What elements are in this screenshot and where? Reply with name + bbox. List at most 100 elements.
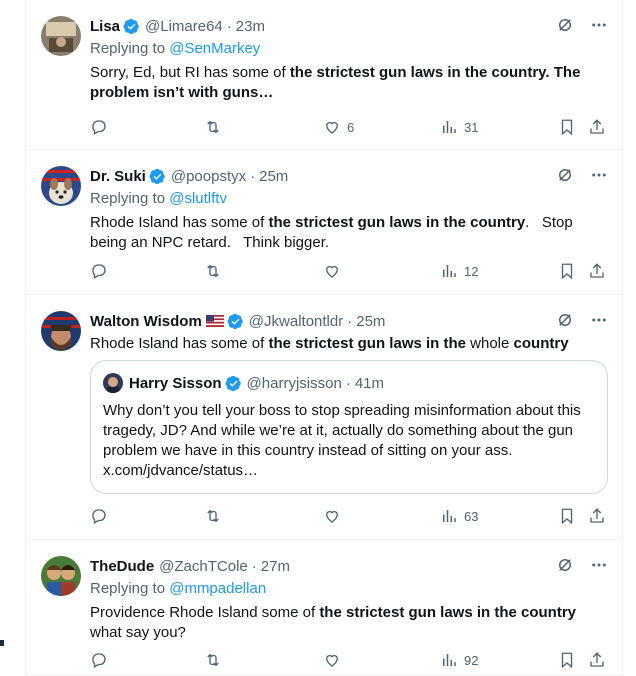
- quote-avatar: [103, 373, 123, 393]
- like-button[interactable]: [323, 507, 347, 525]
- reply-button[interactable]: [90, 507, 108, 525]
- tweet-dr-suki[interactable]: Dr. Suki @poopstyx · 25m Replying to @sl…: [26, 150, 624, 295]
- tweet-thedude[interactable]: TheDude @ZachTCole · 27m Replying to @mm…: [26, 540, 624, 676]
- like-button[interactable]: [323, 262, 347, 280]
- action-bar: 12: [90, 262, 610, 282]
- like-button[interactable]: 6: [323, 118, 354, 136]
- mention-link[interactable]: @slutlftv: [169, 190, 227, 207]
- replying-prefix: Replying to: [90, 580, 170, 597]
- view-count: 63: [464, 508, 479, 524]
- reply-icon: [92, 120, 106, 135]
- reply-feed: Lisa @Limare64 · 23m Replying to @SenMar…: [25, 0, 624, 676]
- user-handle[interactable]: @Limare64: [145, 18, 223, 35]
- more-icon[interactable]: [590, 311, 608, 329]
- retweet-icon: [207, 653, 219, 667]
- text-bold-segment: the strictest gun laws in the: [268, 335, 466, 352]
- timestamp[interactable]: 27m: [261, 558, 290, 575]
- views-icon: [443, 510, 456, 522]
- retweet-icon: [207, 120, 219, 134]
- reply-button[interactable]: [90, 651, 108, 669]
- user-handle[interactable]: @Jkwaltontldr: [249, 313, 343, 330]
- heart-icon: [326, 265, 338, 278]
- display-name[interactable]: TheDude: [90, 558, 154, 575]
- text-bold-segment: country: [513, 335, 569, 352]
- retweet-button[interactable]: [204, 118, 222, 136]
- views-icon: [443, 121, 456, 133]
- like-button[interactable]: [323, 651, 347, 669]
- timestamp[interactable]: 25m: [259, 168, 288, 185]
- share-button[interactable]: [588, 118, 606, 136]
- reply-icon: [92, 509, 106, 524]
- us-flag-icon: [205, 315, 224, 327]
- grok-icon[interactable]: [556, 16, 574, 34]
- share-button[interactable]: [588, 651, 606, 669]
- views-button[interactable]: 63: [440, 507, 478, 525]
- more-icon[interactable]: [590, 556, 608, 574]
- verified-badge-icon: [149, 168, 165, 184]
- replying-to: Replying to @slutlftv: [90, 190, 608, 210]
- display-name[interactable]: Lisa: [90, 18, 120, 35]
- bookmark-button[interactable]: [558, 507, 576, 525]
- quote-text: Why don’t you tell your boss to stop spr…: [103, 402, 581, 479]
- more-icon[interactable]: [590, 166, 608, 184]
- more-icon[interactable]: [590, 16, 608, 34]
- quote-handle: @harryjsisson: [246, 374, 342, 392]
- verified-badge-icon: [225, 375, 241, 391]
- user-handle[interactable]: @poopstyx: [171, 168, 246, 185]
- retweet-button[interactable]: [204, 651, 222, 669]
- avatar[interactable]: [41, 166, 81, 206]
- share-button[interactable]: [588, 507, 606, 525]
- reply-button[interactable]: [90, 262, 108, 280]
- avatar[interactable]: [41, 311, 81, 351]
- tweet-header: TheDude @ZachTCole · 27m: [90, 556, 608, 576]
- grok-icon[interactable]: [556, 556, 574, 574]
- view-count: 92: [464, 652, 479, 668]
- timestamp[interactable]: 23m: [236, 18, 265, 35]
- bookmark-button[interactable]: [558, 262, 576, 280]
- text-segment: Rhode Island has some of: [90, 214, 269, 231]
- text-segment: whole: [466, 335, 514, 352]
- quoted-tweet[interactable]: Harry Sisson @harryjsisson · 41m Why don…: [90, 360, 608, 494]
- share-button[interactable]: [588, 262, 606, 280]
- avatar[interactable]: [41, 16, 81, 56]
- timestamp[interactable]: 25m: [356, 313, 385, 330]
- action-bar: 6 31: [90, 118, 610, 138]
- views-button[interactable]: 31: [440, 118, 478, 136]
- reply-icon: [92, 264, 106, 279]
- views-button[interactable]: 12: [440, 262, 478, 280]
- replying-prefix: Replying to: [90, 190, 170, 207]
- retweet-button[interactable]: [204, 507, 222, 525]
- retweet-button[interactable]: [204, 262, 222, 280]
- retweet-icon: [207, 509, 219, 523]
- views-button[interactable]: 92: [440, 651, 478, 669]
- mention-link[interactable]: @mmpadellan: [169, 580, 266, 597]
- reply-button[interactable]: [90, 118, 108, 136]
- grok-icon[interactable]: [556, 311, 574, 329]
- action-bar: 63: [90, 507, 610, 527]
- text-segment: Providence Rhode Island some of: [90, 604, 320, 621]
- tweet-lisa[interactable]: Lisa @Limare64 · 23m Replying to @SenMar…: [26, 0, 624, 150]
- share-icon: [590, 263, 604, 278]
- bookmark-icon: [561, 263, 573, 280]
- avatar[interactable]: [41, 556, 81, 596]
- share-icon: [590, 652, 604, 667]
- bookmark-icon: [561, 508, 573, 525]
- quote-timestamp: 41m: [354, 374, 384, 392]
- share-icon: [590, 508, 604, 523]
- display-name[interactable]: Dr. Suki: [90, 168, 146, 185]
- tweet-text: Rhode Island has some of the strictest g…: [90, 334, 608, 354]
- bookmark-button[interactable]: [558, 651, 576, 669]
- text-segment: Rhode Island has some of: [90, 335, 269, 352]
- tweet-header: Lisa @Limare64 · 23m: [90, 16, 608, 36]
- separator-dot: ·: [251, 557, 257, 575]
- verified-badge-icon: [227, 313, 243, 329]
- tweet-walton-wisdom[interactable]: Walton Wisdom @Jkwaltontldr · 25m Rhode …: [26, 295, 624, 540]
- bookmark-button[interactable]: [558, 118, 576, 136]
- heart-icon: [326, 654, 338, 667]
- tweet-text: Sorry, Ed, but RI has some of the strict…: [90, 63, 608, 103]
- mention-link[interactable]: @SenMarkey: [169, 40, 260, 57]
- user-handle[interactable]: @ZachTCole: [159, 558, 248, 575]
- display-name[interactable]: Walton Wisdom: [90, 313, 202, 330]
- grok-icon[interactable]: [556, 166, 574, 184]
- bookmark-icon: [561, 119, 573, 136]
